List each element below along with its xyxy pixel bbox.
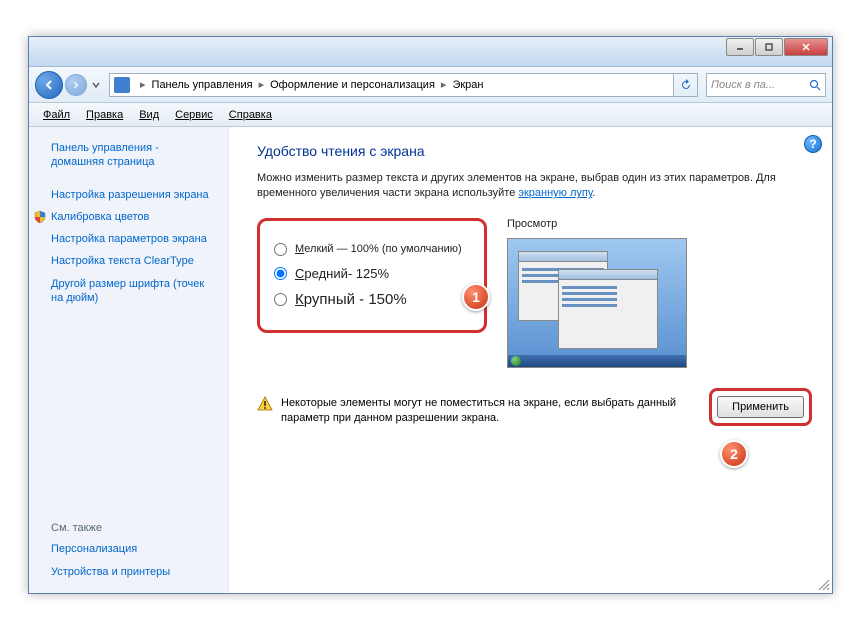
annotation-callout-1: 1 (462, 283, 490, 311)
chevron-right-icon: ▸ (259, 78, 265, 91)
warning-icon (257, 396, 273, 412)
search-placeholder: Поиск в па... (711, 79, 775, 91)
window-body: Панель управления - домашняя страница На… (29, 127, 832, 593)
sidebar: Панель управления - домашняя страница На… (29, 127, 229, 593)
sidebar-devices[interactable]: Устройства и принтеры (29, 561, 228, 583)
search-input[interactable]: Поиск в па... (706, 73, 826, 97)
refresh-button[interactable] (674, 73, 698, 97)
apply-highlight: Применить (717, 396, 804, 418)
resize-grip[interactable] (816, 577, 830, 591)
menu-edit[interactable]: Правка (78, 109, 131, 121)
radio-small-input[interactable] (274, 243, 287, 256)
sidebar-seealso-heading: См. также (29, 518, 228, 538)
sidebar-resolution[interactable]: Настройка разрешения экрана (29, 184, 228, 206)
nav-history-dropdown[interactable] (89, 74, 103, 96)
dpi-options-highlight: Мелкий — 100% (по умолчанию) Средний- 12… (257, 218, 487, 333)
search-icon (809, 79, 821, 91)
apply-button[interactable]: Применить (717, 396, 804, 418)
sidebar-cleartype[interactable]: Настройка текста ClearType (29, 250, 228, 272)
page-description: Можно изменить размер текста и других эл… (257, 171, 804, 202)
preview-section: Просмотр (507, 218, 804, 368)
help-icon[interactable]: ? (804, 135, 822, 153)
content-area: ? Удобство чтения с экрана Можно изменит… (229, 127, 832, 593)
magnifier-link[interactable]: экранную лупу (518, 187, 592, 199)
radio-medium-label: Средний- 125% (295, 266, 389, 281)
window-controls (725, 38, 828, 56)
close-button[interactable] (784, 38, 828, 56)
breadcrumb-part[interactable]: Экран (452, 79, 483, 91)
radio-medium[interactable]: Средний- 125% (274, 266, 470, 281)
preview-label: Просмотр (507, 218, 804, 230)
minimize-button[interactable] (726, 38, 754, 56)
sidebar-home[interactable]: Панель управления - домашняя страница (29, 137, 228, 174)
sidebar-dpi[interactable]: Другой размер шрифта (точек на дюйм) (29, 273, 228, 310)
nav-forward-button[interactable] (65, 74, 87, 96)
radio-large-label: Крупный - 150% (295, 291, 407, 308)
radio-large[interactable]: Крупный - 150% (274, 291, 470, 308)
radio-small-label: Мелкий — 100% (по умолчанию) (295, 243, 462, 255)
navbar: ▸ Панель управления ▸ Оформление и персо… (29, 67, 832, 103)
address-bar[interactable]: ▸ Панель управления ▸ Оформление и персо… (109, 73, 674, 97)
page-title: Удобство чтения с экрана (257, 143, 804, 159)
menubar: Файл Правка Вид Сервис Справка (29, 103, 832, 127)
preview-image (507, 238, 687, 368)
control-panel-window: ▸ Панель управления ▸ Оформление и персо… (28, 36, 833, 594)
maximize-button[interactable] (755, 38, 783, 56)
shield-icon (33, 210, 47, 224)
chevron-right-icon: ▸ (140, 78, 146, 91)
breadcrumb-part[interactable]: Оформление и персонализация (270, 79, 435, 91)
warning-row: Некоторые элементы могут не поместиться … (257, 396, 804, 427)
breadcrumb-part[interactable]: Панель управления (152, 79, 253, 91)
nav-back-button[interactable] (35, 71, 63, 99)
menu-file[interactable]: Файл (35, 109, 78, 121)
sidebar-personalization[interactable]: Персонализация (29, 538, 228, 560)
titlebar (29, 37, 832, 67)
radio-small[interactable]: Мелкий — 100% (по умолчанию) (274, 243, 470, 256)
menu-tools[interactable]: Сервис (167, 109, 221, 121)
chevron-right-icon: ▸ (441, 78, 447, 91)
sidebar-calibration[interactable]: Калибровка цветов (29, 206, 228, 228)
menu-help[interactable]: Справка (221, 109, 280, 121)
control-panel-icon (114, 77, 130, 93)
sidebar-params[interactable]: Настройка параметров экрана (29, 228, 228, 250)
warning-text: Некоторые элементы могут не поместиться … (281, 396, 709, 427)
menu-view[interactable]: Вид (131, 109, 167, 121)
radio-medium-input[interactable] (274, 267, 287, 280)
radio-large-input[interactable] (274, 293, 287, 306)
annotation-callout-2: 2 (720, 440, 748, 468)
